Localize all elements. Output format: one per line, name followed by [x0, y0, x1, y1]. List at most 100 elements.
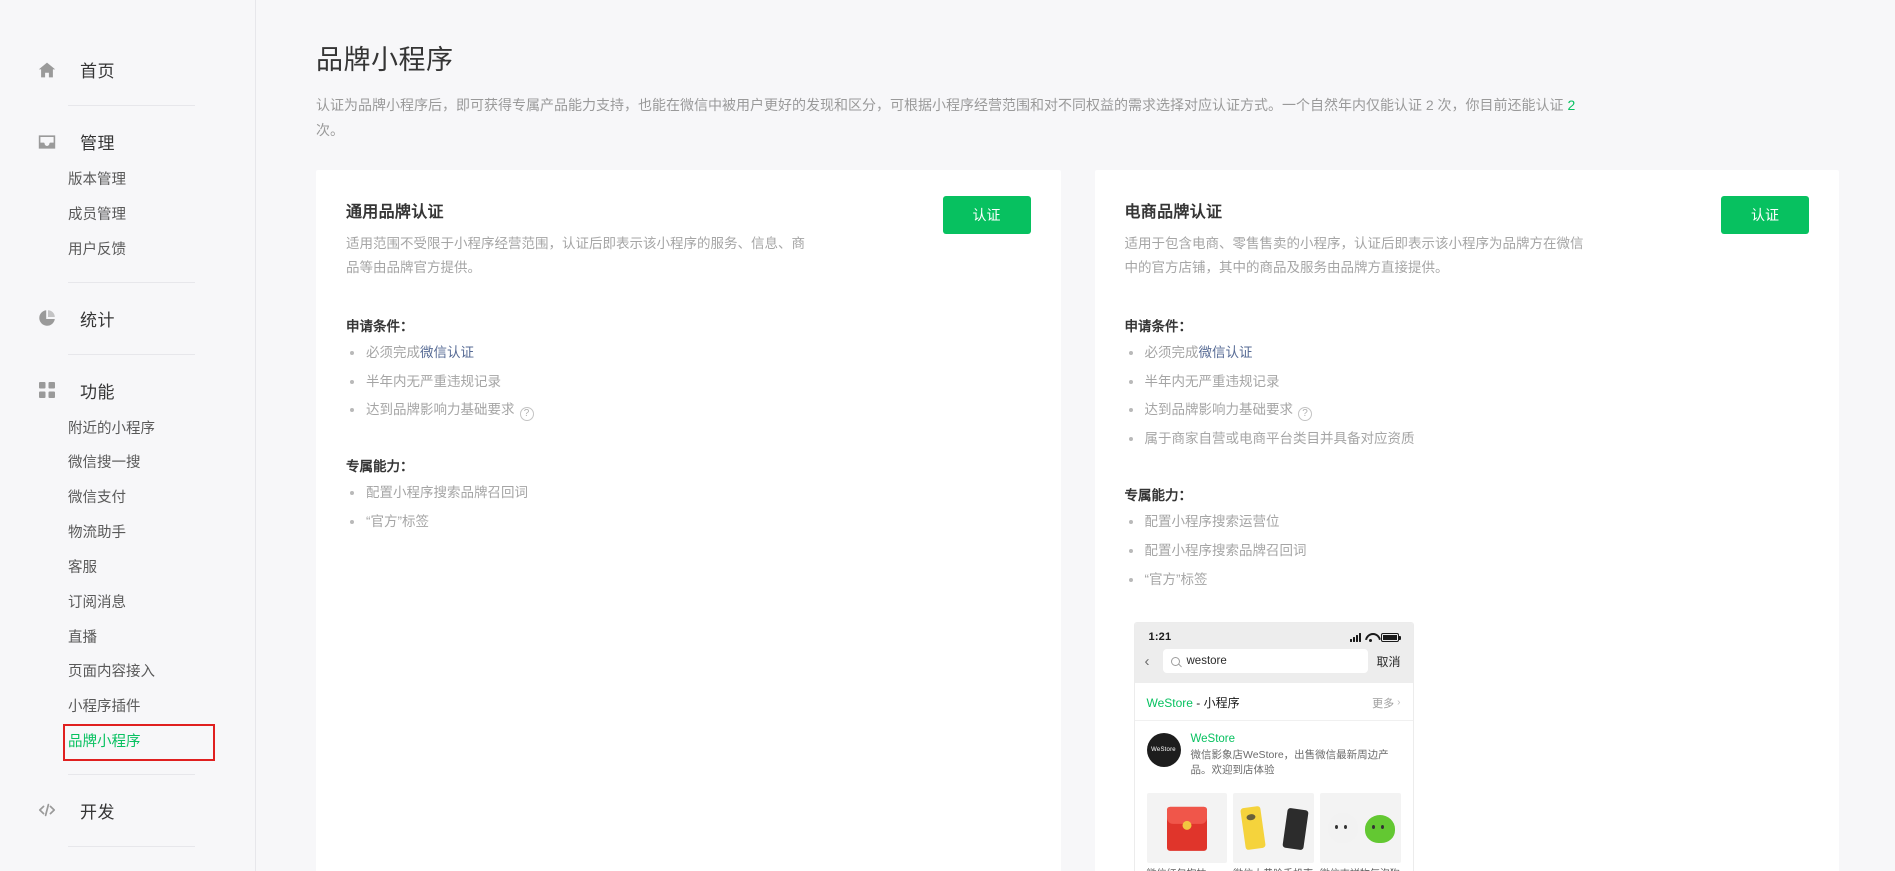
sidebar-item-stats[interactable]: 统计: [0, 297, 255, 340]
phone-section-header: WeStore - 小程序 更多 ›: [1134, 683, 1413, 722]
card-general-brand-certification: 通用品牌认证 适用范围不受限于小程序经营范围，认证后即表示该小程序的服务、信息、…: [316, 170, 1061, 871]
ability-item: 配置小程序搜索品牌召回词: [1125, 541, 1810, 562]
page-description-remaining-count: 2: [1567, 97, 1576, 113]
conditions-list: 必须完成微信认证 半年内无严重违规记录 达到品牌影响力基础要求?: [346, 343, 1031, 422]
red-envelope-pillow-image: [1146, 792, 1228, 863]
sidebar-item-wechat-search[interactable]: 微信搜一搜: [0, 446, 255, 481]
sidebar-item-customer-service[interactable]: 客服: [0, 551, 255, 586]
avatar: WeStore: [1146, 733, 1181, 768]
search-input-value: westore: [1186, 655, 1227, 668]
sidebar-item-miniprogram-plugin[interactable]: 小程序插件: [0, 690, 255, 725]
sidebar-item-label: 首页: [80, 62, 115, 81]
chevron-right-icon: ›: [1397, 697, 1401, 709]
sidebar-item-features[interactable]: 功能: [0, 369, 255, 412]
phone-good-caption: 微信吉祥物气泡狗抱枕居家: [1320, 868, 1401, 871]
sidebar-item-home[interactable]: 首页: [0, 48, 255, 91]
phone-good-item[interactable]: 微信大黄脸手机壳: [1233, 792, 1314, 871]
help-icon[interactable]: ?: [1298, 407, 1312, 422]
sidebar-item-version-manage[interactable]: 版本管理: [0, 163, 255, 198]
cancel-button[interactable]: 取消: [1376, 653, 1400, 670]
signal-bars-icon: [1349, 632, 1361, 642]
phone-result-body: WeStore 微信影象店WeStore，出售微信最新周边产品。欢迎到店体验: [1191, 733, 1401, 778]
phone-case-image: [1233, 792, 1314, 863]
search-icon: [1170, 656, 1180, 666]
sidebar-divider: [68, 353, 195, 355]
abilities-list: 配置小程序搜索运营位 配置小程序搜索品牌召回词 “官方”标签: [1125, 512, 1810, 591]
ability-item: “官方”标签: [346, 512, 1031, 533]
card-header: 电商品牌认证 适用于包含电商、零售售卖的小程序，认证后即表示该小程序为品牌方在微…: [1125, 196, 1809, 281]
sidebar-divider: [68, 281, 195, 283]
abilities-title: 专属能力：: [1124, 488, 1193, 504]
phone-result-desc: 微信影象店WeStore，出售微信最新周边产品。欢迎到店体验: [1190, 749, 1389, 777]
card-subtitle: 适用于包含电商、零售售卖的小程序，认证后即表示该小程序为品牌方在微信中的官方店铺…: [1124, 236, 1584, 276]
sidebar-item-wechat-pay[interactable]: 微信支付: [0, 481, 255, 516]
conditions-title: 申请条件：: [1124, 318, 1193, 334]
phone-section-suffix: - 小程序: [1192, 696, 1240, 711]
main-content: 品牌小程序 认证为品牌小程序后，即可获得专属产品能力支持，也能在微信中被用户更好…: [256, 0, 1895, 871]
nav-group-features: 功能 附近的小程序 微信搜一搜 微信支付 物流助手 客服 订阅消息 直播 页面内…: [0, 369, 255, 775]
wechat-certification-link[interactable]: 微信认证: [1199, 345, 1253, 360]
sidebar-item-manage[interactable]: 管理: [0, 120, 255, 163]
avatar-label: WeStore: [1151, 747, 1176, 754]
app-root: 首页 管理 版本管理 成员管理 用户反馈 统计 功能 附近的小程序 微信搜一搜 …: [0, 0, 1895, 871]
back-chevron-icon[interactable]: ‹: [1145, 654, 1155, 669]
phone-more-link[interactable]: 更多 ›: [1372, 695, 1400, 711]
search-input[interactable]: westore: [1162, 649, 1369, 674]
phone-preview: 1:21 ‹ westore 取消 WeStore - 小程序 更多 › WeS…: [1134, 623, 1413, 871]
code-icon: [36, 799, 58, 821]
card-title: 电商品牌认证: [1124, 204, 1223, 221]
conditions-title: 申请条件：: [346, 318, 414, 334]
sidebar-divider: [68, 845, 195, 847]
wechat-certification-link[interactable]: 微信认证: [420, 345, 474, 360]
sidebar-item-brand-miniprogram[interactable]: 品牌小程序: [63, 724, 215, 761]
sidebar-item-nearby-miniprogram[interactable]: 附近的小程序: [0, 412, 255, 447]
certify-button[interactable]: 认证: [942, 196, 1031, 234]
phone-section-title: WeStore - 小程序: [1147, 694, 1240, 711]
condition-text: 达到品牌影响力基础要求: [1144, 402, 1294, 418]
sidebar-item-label: 开发: [80, 802, 115, 822]
phone-search-bar: ‹ westore 取消: [1134, 645, 1413, 684]
card-title: 通用品牌认证: [346, 204, 444, 221]
phone-more-label: 更多: [1372, 697, 1395, 710]
sidebar-item-develop[interactable]: 开发: [0, 789, 255, 832]
phone-section-brand: WeStore: [1146, 696, 1193, 711]
card-header-text: 通用品牌认证 适用范围不受限于小程序经营范围，认证后即表示该小程序的服务、信息、…: [346, 198, 943, 281]
condition-item: 达到品牌影响力基础要求?: [1125, 400, 1810, 422]
home-icon: [36, 59, 58, 81]
sidebar-item-live-streaming[interactable]: 直播: [0, 621, 255, 656]
phone-goods-list: 微信红包抱枕 微信大黄脸手机壳 微信吉祥物气泡狗抱枕居家: [1135, 787, 1413, 871]
phone-good-caption: 微信大黄脸手机壳: [1233, 868, 1314, 871]
condition-item: 属于商家自营或电商平台类目并具备对应资质: [1125, 429, 1810, 450]
sidebar-item-page-content-access[interactable]: 页面内容接入: [0, 655, 255, 690]
page-description: 认证为品牌小程序后，即可获得专属产品能力支持，也能在微信中被用户更好的发现和区分…: [316, 93, 1606, 142]
sidebar-item-logistics-assistant[interactable]: 物流助手: [0, 516, 255, 551]
card-header: 通用品牌认证 适用范围不受限于小程序经营范围，认证后即表示该小程序的服务、信息、…: [346, 196, 1031, 281]
condition-text: 达到品牌影响力基础要求: [366, 402, 515, 418]
condition-item: 半年内无严重违规记录: [346, 372, 1031, 393]
grid-icon: [36, 379, 58, 401]
phone-result-name: WeStore: [1190, 733, 1236, 746]
condition-text: 必须完成: [366, 344, 420, 360]
ability-item: 配置小程序搜索品牌召回词: [346, 483, 1031, 504]
mascot-pillow-image: [1319, 792, 1401, 863]
sidebar-item-user-feedback[interactable]: 用户反馈: [0, 233, 255, 268]
condition-item: 必须完成微信认证: [346, 343, 1031, 364]
condition-text: 属于商家自营或电商平台类目并具备对应资质: [1144, 431, 1415, 447]
sidebar-item-member-manage[interactable]: 成员管理: [0, 198, 255, 233]
condition-text: 半年内无严重违规记录: [1144, 373, 1280, 389]
certification-cards: 通用品牌认证 适用范围不受限于小程序经营范围，认证后即表示该小程序的服务、信息、…: [316, 170, 1839, 871]
certify-button[interactable]: 认证: [1721, 196, 1809, 234]
abilities-list: 配置小程序搜索品牌召回词 “官方”标签: [346, 483, 1031, 533]
sidebar: 首页 管理 版本管理 成员管理 用户反馈 统计 功能 附近的小程序 微信搜一搜 …: [0, 0, 256, 871]
phone-status-indicators: [1349, 632, 1401, 642]
phone-good-item[interactable]: 微信吉祥物气泡狗抱枕居家: [1319, 792, 1401, 871]
card-header-text: 电商品牌认证 适用于包含电商、零售售卖的小程序，认证后即表示该小程序为品牌方在微…: [1125, 198, 1722, 281]
sidebar-item-subscribe-message[interactable]: 订阅消息: [0, 586, 255, 621]
conditions-list: 必须完成微信认证 半年内无严重违规记录 达到品牌影响力基础要求? 属于商家自营或…: [1125, 343, 1810, 451]
help-icon[interactable]: ?: [519, 407, 534, 422]
condition-text: 半年内无严重违规记录: [366, 373, 501, 389]
phone-good-item[interactable]: 微信红包抱枕: [1146, 792, 1228, 871]
phone-result-item[interactable]: WeStore WeStore 微信影象店WeStore，出售微信最新周边产品。…: [1135, 721, 1413, 786]
sidebar-item-label: 管理: [80, 134, 115, 153]
condition-item: 必须完成微信认证: [1125, 343, 1810, 364]
